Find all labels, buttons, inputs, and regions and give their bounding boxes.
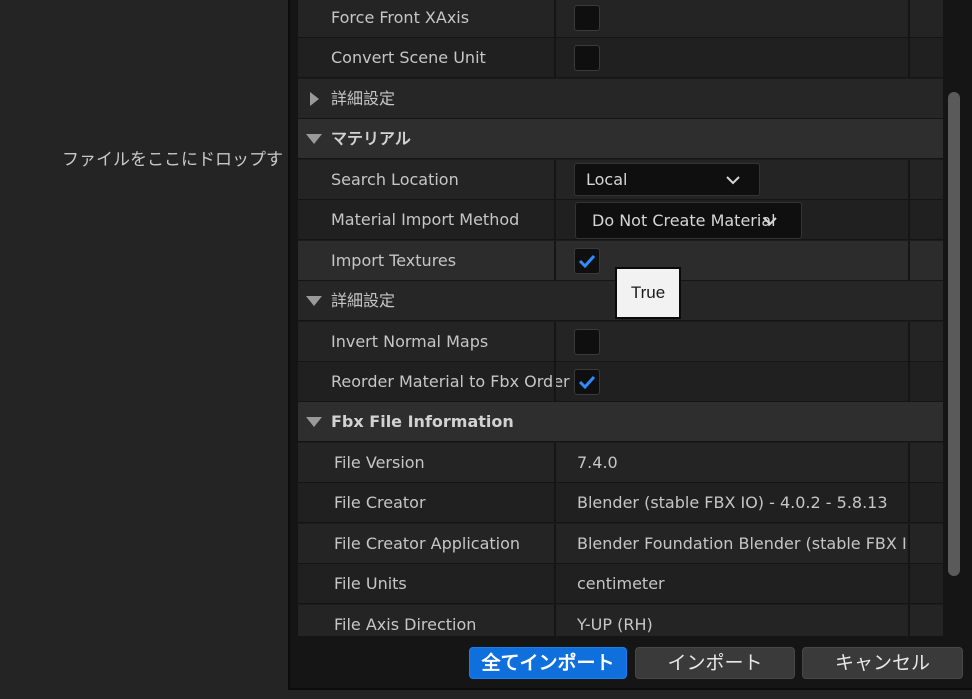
row-material-import-method: Material Import Method Do Not Create Mat…	[298, 200, 943, 240]
property-value: Y-UP (RH)	[577, 615, 653, 634]
row-file-units: File Units centimeter	[298, 564, 943, 604]
column-divider	[908, 200, 910, 240]
column-divider	[908, 0, 910, 38]
material-import-method-dropdown[interactable]: Do Not Create Material	[575, 202, 802, 239]
column-divider[interactable]	[554, 483, 556, 523]
column-divider	[908, 322, 910, 362]
property-label: File Units	[334, 574, 407, 593]
section-fbx-file-information[interactable]: Fbx File Information	[298, 402, 943, 442]
column-divider[interactable]	[554, 38, 556, 78]
property-value: 7.4.0	[577, 453, 618, 472]
section-label: マテリアル	[331, 129, 411, 148]
scrollbar-thumb[interactable]	[948, 92, 960, 576]
triangle-right-icon	[310, 92, 319, 106]
section-advanced-collapsed[interactable]: 詳細設定	[298, 79, 943, 119]
tooltip: True	[615, 267, 681, 319]
property-label: Search Location	[331, 170, 459, 189]
row-reorder-material: Reorder Material to Fbx Order	[298, 362, 943, 402]
search-location-dropdown[interactable]: Local	[574, 163, 760, 196]
property-label: Import Textures	[331, 251, 457, 270]
column-divider[interactable]	[554, 322, 556, 362]
column-divider	[908, 524, 910, 564]
reorder-material-checkbox[interactable]	[574, 369, 600, 395]
import-button[interactable]: インポート	[635, 647, 795, 679]
property-label: Material Import Method	[331, 210, 520, 229]
column-divider	[908, 564, 910, 604]
invert-normal-maps-checkbox[interactable]	[574, 329, 600, 355]
row-convert-scene-unit: Convert Scene Unit	[298, 38, 943, 78]
triangle-down-icon	[306, 134, 322, 144]
column-divider	[908, 605, 910, 636]
property-label: File Creator	[334, 493, 426, 512]
checkmark-icon	[578, 375, 596, 390]
column-divider[interactable]	[554, 362, 556, 402]
triangle-down-icon	[306, 296, 322, 306]
row-invert-normal-maps: Invert Normal Maps	[298, 322, 943, 362]
drop-hint-text: ファイルをここにドロップす	[62, 150, 283, 170]
chevron-down-icon	[726, 176, 740, 185]
column-divider[interactable]	[554, 200, 556, 240]
property-label: Reorder Material to Fbx Order	[331, 372, 570, 391]
details-panel: Force Front XAxis Convert Scene Unit 詳細設…	[298, 0, 943, 636]
property-label: File Creator Application	[334, 534, 521, 553]
column-divider[interactable]	[554, 524, 556, 564]
column-divider[interactable]	[554, 564, 556, 604]
force-front-xaxis-checkbox[interactable]	[574, 5, 600, 31]
section-material[interactable]: マテリアル	[298, 119, 943, 159]
row-search-location: Search Location Local	[298, 160, 943, 200]
property-value: centimeter	[577, 574, 665, 593]
property-value: Blender Foundation Blender (stable FBX I…	[577, 534, 907, 553]
column-divider	[908, 241, 910, 281]
row-file-version: File Version 7.4.0	[298, 443, 943, 483]
checkmark-icon	[578, 254, 596, 269]
column-divider[interactable]	[554, 0, 556, 38]
cancel-button[interactable]: キャンセル	[802, 647, 963, 679]
property-label: Convert Scene Unit	[331, 48, 486, 67]
property-label: File Axis Direction	[334, 615, 477, 634]
property-label: File Version	[334, 453, 425, 472]
row-file-creator: File Creator Blender (stable FBX IO) - 4…	[298, 483, 943, 523]
import-textures-checkbox[interactable]	[574, 248, 600, 274]
triangle-down-icon	[306, 417, 322, 427]
property-label: Force Front XAxis	[331, 8, 470, 27]
column-divider[interactable]	[554, 241, 556, 281]
row-force-front-xaxis: Force Front XAxis	[298, 0, 943, 38]
property-label: Invert Normal Maps	[331, 332, 489, 351]
row-file-creator-application: File Creator Application Blender Foundat…	[298, 524, 943, 564]
chevron-down-icon	[763, 217, 777, 226]
column-divider	[908, 443, 910, 483]
property-value: Blender (stable FBX IO) - 4.0.2 - 5.8.13	[577, 493, 888, 512]
column-divider[interactable]	[554, 443, 556, 483]
column-divider	[908, 362, 910, 402]
section-label: 詳細設定	[331, 89, 396, 108]
column-divider	[908, 38, 910, 78]
column-divider	[908, 483, 910, 523]
section-label: 詳細設定	[331, 291, 396, 310]
dropdown-value: Do Not Create Material	[592, 211, 776, 230]
column-divider[interactable]	[554, 160, 556, 200]
column-divider[interactable]	[554, 605, 556, 636]
dropdown-value: Local	[586, 170, 628, 189]
scrollbar[interactable]	[948, 92, 960, 576]
row-file-axis-direction: File Axis Direction Y-UP (RH)	[298, 605, 943, 636]
column-divider	[908, 160, 910, 200]
section-label: Fbx File Information	[331, 412, 514, 431]
convert-scene-unit-checkbox[interactable]	[574, 45, 600, 71]
fbx-import-dialog: Force Front XAxis Convert Scene Unit 詳細設…	[288, 0, 972, 690]
import-all-button[interactable]: 全てインポート	[469, 647, 627, 679]
